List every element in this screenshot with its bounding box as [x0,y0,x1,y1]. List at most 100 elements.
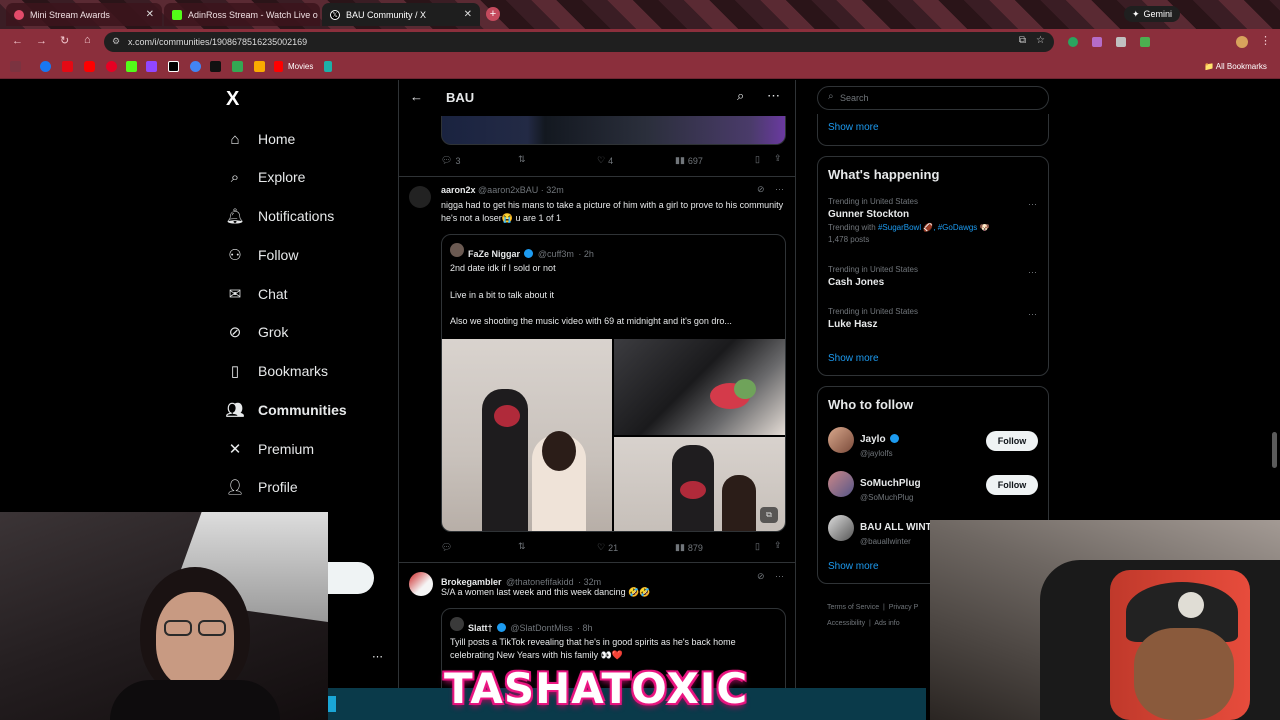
follow-suggestion[interactable]: SoMuchPlug @SoMuchPlug [860,473,921,502]
follow-button[interactable]: Follow [986,475,1038,495]
views-button[interactable]: ▮▮ 697 [675,155,703,166]
like-button[interactable]: ♡ 21 [597,542,618,553]
more-icon[interactable]: ⋯ [1028,199,1037,210]
gemini-button[interactable]: ✦ Gemini [1123,6,1180,22]
search-icon[interactable]: ⌕ [737,88,744,104]
post-button[interactable] [326,562,374,594]
trend-tags[interactable]: #SugarBowl 🏈, #GoDawgs 🐶 [878,223,990,232]
repost-button[interactable]: ⇅ [518,541,526,552]
bookmark-site-icon[interactable] [232,61,243,72]
author-name[interactable]: aaron2x [441,185,476,195]
nav-home[interactable]: ⌂ Home [226,124,295,154]
bookmark-site-icon[interactable] [210,61,221,72]
grok-icon[interactable]: ⊘ [757,571,765,582]
x-logo[interactable]: X [226,88,239,111]
more-icon[interactable]: ⋯ [1028,267,1037,278]
views-button[interactable]: ▮▮ 879 [675,542,703,553]
bookmark-site-icon[interactable] [190,61,201,72]
nav-premium[interactable]: ✕ Premium [226,434,314,464]
scrollbar-thumb[interactable] [1272,432,1277,468]
youtube-icon[interactable] [274,61,283,72]
extension-icon[interactable] [1140,37,1150,47]
quote-tweet[interactable]: FaZe Niggar @cuff3m · 2h 2nd date idk if… [441,234,786,532]
post-time[interactable]: · 32m [541,185,564,195]
photo-hug[interactable]: ⧉ [614,437,785,531]
avatar[interactable] [828,515,854,541]
photo-main[interactable] [442,339,612,531]
more-vertical-icon[interactable]: ⋮ [1260,34,1271,47]
youtube-icon[interactable] [84,61,95,72]
show-more-link[interactable]: Show more [828,122,879,133]
close-icon[interactable]: ✕ [464,9,472,20]
nav-bookmarks[interactable]: ▯ Bookmarks [226,356,328,386]
avatar[interactable] [409,186,431,208]
twitch-icon[interactable] [146,61,157,72]
more-icon[interactable]: ⋯ [775,184,784,195]
extension-icon[interactable] [1116,37,1126,47]
show-more-link[interactable]: Show more [828,353,879,364]
repost-button[interactable]: ⇅ [518,154,526,165]
star-icon[interactable]: ☆ [1036,35,1045,46]
follow-button[interactable]: Follow [986,431,1038,451]
pinterest-icon[interactable] [106,61,117,72]
more-icon[interactable]: ⋯ [1028,309,1037,320]
facebook-icon[interactable] [40,61,51,72]
new-tab-button[interactable]: + [486,7,500,21]
kick-icon[interactable] [126,61,137,72]
nav-profile[interactable]: 👤︎ Profile [225,472,297,502]
post-image[interactable] [441,116,786,145]
reload-icon[interactable]: ↻ [60,34,69,47]
nav-grok[interactable]: ⊘ Grok [226,317,289,347]
forward-icon[interactable]: → [36,35,47,47]
extension-icon[interactable] [1092,37,1102,47]
netflix-icon[interactable] [62,61,73,72]
share-icon[interactable]: ⇪ [774,540,782,551]
avatar[interactable] [409,572,433,596]
grok-icon[interactable]: ⊘ [757,184,765,195]
image-action-icon[interactable]: ⧉ [760,507,778,523]
nav-chat[interactable]: ✉ Chat [226,279,288,309]
reply-button[interactable]: 💬︎ [441,542,455,553]
bookmark-apps-icon[interactable] [10,61,21,72]
bookmark-icon[interactable]: ▯ [755,154,760,165]
tab-mini-stream-awards[interactable]: Mini Stream Awards ✕ [6,3,162,26]
avatar[interactable] [828,471,854,497]
install-icon[interactable]: ⧉ [1019,35,1026,46]
back-arrow-icon[interactable]: ← [410,89,423,104]
nav-communities[interactable]: 👥︎ Communities [225,395,346,425]
extension-icon[interactable] [1068,37,1078,47]
follow-suggestion[interactable]: Jaylo @jaylolfs [860,429,900,458]
tab-adinross[interactable]: AdinRoss Stream - Watch Live o ✕ [164,3,320,26]
profile-avatar-icon[interactable] [1236,36,1248,48]
home-browser-icon[interactable]: ⌂ [84,34,91,46]
bookmark-site-icon[interactable] [324,61,332,72]
nav-explore[interactable]: ⌕ Explore [226,162,306,192]
share-icon[interactable]: ⇪ [774,153,782,164]
close-icon[interactable]: ✕ [146,9,154,20]
more-icon[interactable]: ⋯ [775,571,784,582]
nav-follow[interactable]: ⚇ Follow [226,240,298,270]
all-bookmarks[interactable]: 📁 All Bookmarks [1204,62,1267,71]
more-icon[interactable]: ⋯ [372,650,383,663]
footer-link[interactable]: Privacy P [889,604,919,611]
footer-link[interactable]: Terms of Service [827,604,879,611]
bookmark-icon[interactable]: ▯ [755,541,760,552]
bookmark-movies[interactable]: Movies [288,62,313,71]
bookmark-site-icon[interactable] [254,61,265,72]
photo-car[interactable] [614,339,785,435]
trend-item[interactable]: Trending in United States Cash Jones [828,265,918,288]
footer-link[interactable]: Accessibility [827,620,865,627]
avatar[interactable] [828,427,854,453]
trend-item[interactable]: Trending in United States Gunner Stockto… [828,197,1038,244]
footer-link[interactable]: Ads info [874,620,899,627]
url-field[interactable]: ⚙ x.com/i/communities/190867851623500216… [104,32,1054,52]
more-icon[interactable]: ⋯ [767,88,780,104]
tab-bau-community[interactable]: 𝕏 BAU Community / X ✕ [322,3,480,26]
show-more-link[interactable]: Show more [828,561,879,572]
back-icon[interactable]: ← [12,35,23,47]
trend-item[interactable]: Trending in United States Luke Hasz [828,307,918,330]
reply-button[interactable]: 💬︎ 3 [441,155,460,166]
x-icon[interactable] [168,61,179,72]
like-button[interactable]: ♡ 4 [597,155,613,166]
search-box[interactable]: ⌕ Search [817,86,1049,110]
